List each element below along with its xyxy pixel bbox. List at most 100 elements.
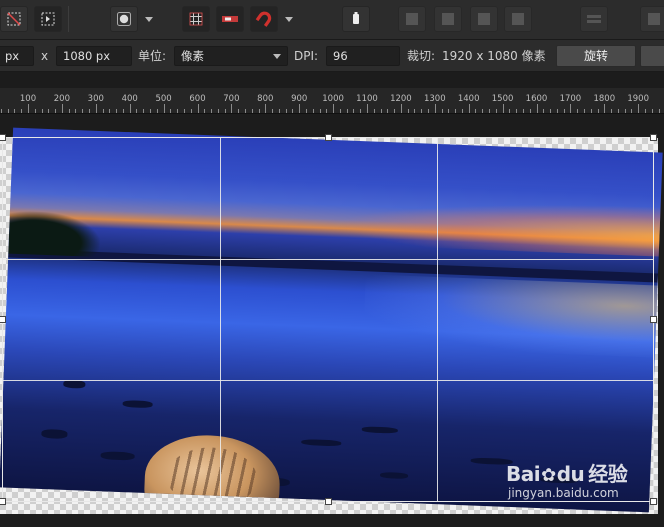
ruler-tick xyxy=(68,109,70,113)
ruler-tick xyxy=(407,109,409,113)
ruler-tick xyxy=(163,104,165,113)
snapping-button[interactable] xyxy=(216,6,244,32)
crop-handle-top[interactable] xyxy=(325,134,332,141)
ruler-tick xyxy=(448,109,450,113)
ruler-tick xyxy=(28,104,29,113)
ruler-tick xyxy=(333,104,335,113)
ruler-tick xyxy=(95,104,97,113)
ruler-tick xyxy=(136,109,138,113)
rotate-button[interactable]: 旋转 xyxy=(556,45,636,67)
ruler-tick xyxy=(367,104,368,113)
ruler-label: 1600 xyxy=(525,94,548,104)
crop-size-label: 裁切: xyxy=(407,49,436,63)
ruler-label: 500 xyxy=(155,94,172,104)
ruler-label: 300 xyxy=(87,94,104,104)
ruler-tick xyxy=(89,109,91,113)
ruler-tick xyxy=(102,109,104,113)
ruler-label: 1300 xyxy=(423,94,446,104)
ruler-tick xyxy=(360,109,362,113)
ruler-tick xyxy=(550,109,552,113)
crop-context-bar: px x 1080 px 单位: 像素 DPI: 96 裁切: 1920 x 1… xyxy=(0,40,664,72)
ruler-tick xyxy=(482,109,484,113)
ruler-tick xyxy=(339,109,341,113)
ruler-tick xyxy=(631,109,633,113)
top-toolbar xyxy=(0,0,664,40)
ruler-tick xyxy=(577,109,579,113)
ruler-tick xyxy=(617,109,619,113)
ruler-tick xyxy=(583,109,585,113)
crop-handle-left[interactable] xyxy=(0,316,6,323)
ruler-tick xyxy=(611,109,613,113)
ruler-tick xyxy=(400,104,402,113)
selection-shape-button[interactable] xyxy=(110,6,138,32)
crop-toggle-button[interactable] xyxy=(0,6,28,32)
ruler-tick xyxy=(516,109,518,113)
horizontal-ruler: 100 200 300 400 500 600 700 800 900 1000 1100 1200 1… xyxy=(0,88,664,114)
ruler-tick xyxy=(122,109,124,113)
crop-frame[interactable] xyxy=(0,134,657,505)
crop-handle-top-right[interactable] xyxy=(650,134,657,141)
ruler-tick xyxy=(109,109,111,113)
document-canvas: Bai✿du 经验 jingyan.baidu.com xyxy=(0,114,664,527)
ruler-tick xyxy=(414,109,416,113)
arrange-backward-button[interactable] xyxy=(434,6,462,32)
unit-select[interactable]: 像素 xyxy=(174,46,288,66)
ruler-tick xyxy=(258,109,260,113)
ruler-tick xyxy=(658,109,660,113)
ruler-label: 1700 xyxy=(559,94,582,104)
width-field[interactable]: px xyxy=(0,46,34,66)
arrange-back-button[interactable] xyxy=(398,6,426,32)
ruler-tick xyxy=(285,109,287,113)
ruler-tick xyxy=(217,109,219,113)
arrange-front-button[interactable] xyxy=(504,6,532,32)
ruler-tick xyxy=(224,109,226,113)
crop-mode-icon xyxy=(41,12,55,26)
height-field[interactable]: 1080 px xyxy=(56,46,132,66)
crop-handle-top-left[interactable] xyxy=(0,134,6,141)
snapping-icon xyxy=(222,16,238,22)
ruler-label: 900 xyxy=(291,94,308,104)
ruler-label: 1800 xyxy=(593,94,616,104)
crop-mode-button[interactable] xyxy=(34,6,62,32)
ruler-tick xyxy=(638,104,640,113)
snapping-dropdown[interactable] xyxy=(282,6,296,32)
ruler-tick xyxy=(41,109,43,113)
dpi-field[interactable]: 96 xyxy=(326,46,400,66)
ruler-tick xyxy=(299,104,301,113)
ruler-tick xyxy=(543,109,545,113)
ruler-label: 400 xyxy=(121,94,138,104)
ruler-tick xyxy=(346,109,348,113)
selection-shape-dropdown[interactable] xyxy=(142,6,156,32)
arrange-forward-button[interactable] xyxy=(470,6,498,32)
arrange-backward-icon xyxy=(442,13,454,25)
baidu-logo: Bai✿du 经验 xyxy=(506,462,628,486)
unit-label: 单位: xyxy=(138,49,167,63)
ruler-tick xyxy=(197,104,199,113)
ruler-tick xyxy=(651,109,653,113)
ruler-tick xyxy=(590,109,592,113)
overflow-button[interactable] xyxy=(640,45,664,67)
ruler-label: 1400 xyxy=(457,94,480,104)
ruler-label: 600 xyxy=(189,94,206,104)
ruler-tick xyxy=(177,109,179,113)
align-button[interactable] xyxy=(580,6,608,32)
grid-overlay-button[interactable] xyxy=(182,6,210,32)
magnet-icon xyxy=(255,11,272,27)
distribute-button[interactable] xyxy=(640,6,664,32)
ruler-label: 1900 xyxy=(627,94,650,104)
align-icon xyxy=(587,15,601,23)
crop-handle-right[interactable] xyxy=(650,316,657,323)
arrange-back-icon xyxy=(406,13,418,25)
ruler-tick xyxy=(468,104,470,113)
ruler-tick xyxy=(14,109,16,113)
crop-handle-bottom-left[interactable] xyxy=(0,498,6,505)
ruler-tick xyxy=(353,109,355,113)
delete-button[interactable] xyxy=(342,6,370,32)
crop-grid-line xyxy=(220,138,222,501)
crop-grid-line xyxy=(436,138,438,501)
magnet-button[interactable] xyxy=(250,6,278,32)
ruler-tick xyxy=(129,104,131,113)
crop-handle-bottom[interactable] xyxy=(325,498,332,505)
ruler-tick xyxy=(428,109,430,113)
distribute-icon xyxy=(648,13,660,25)
